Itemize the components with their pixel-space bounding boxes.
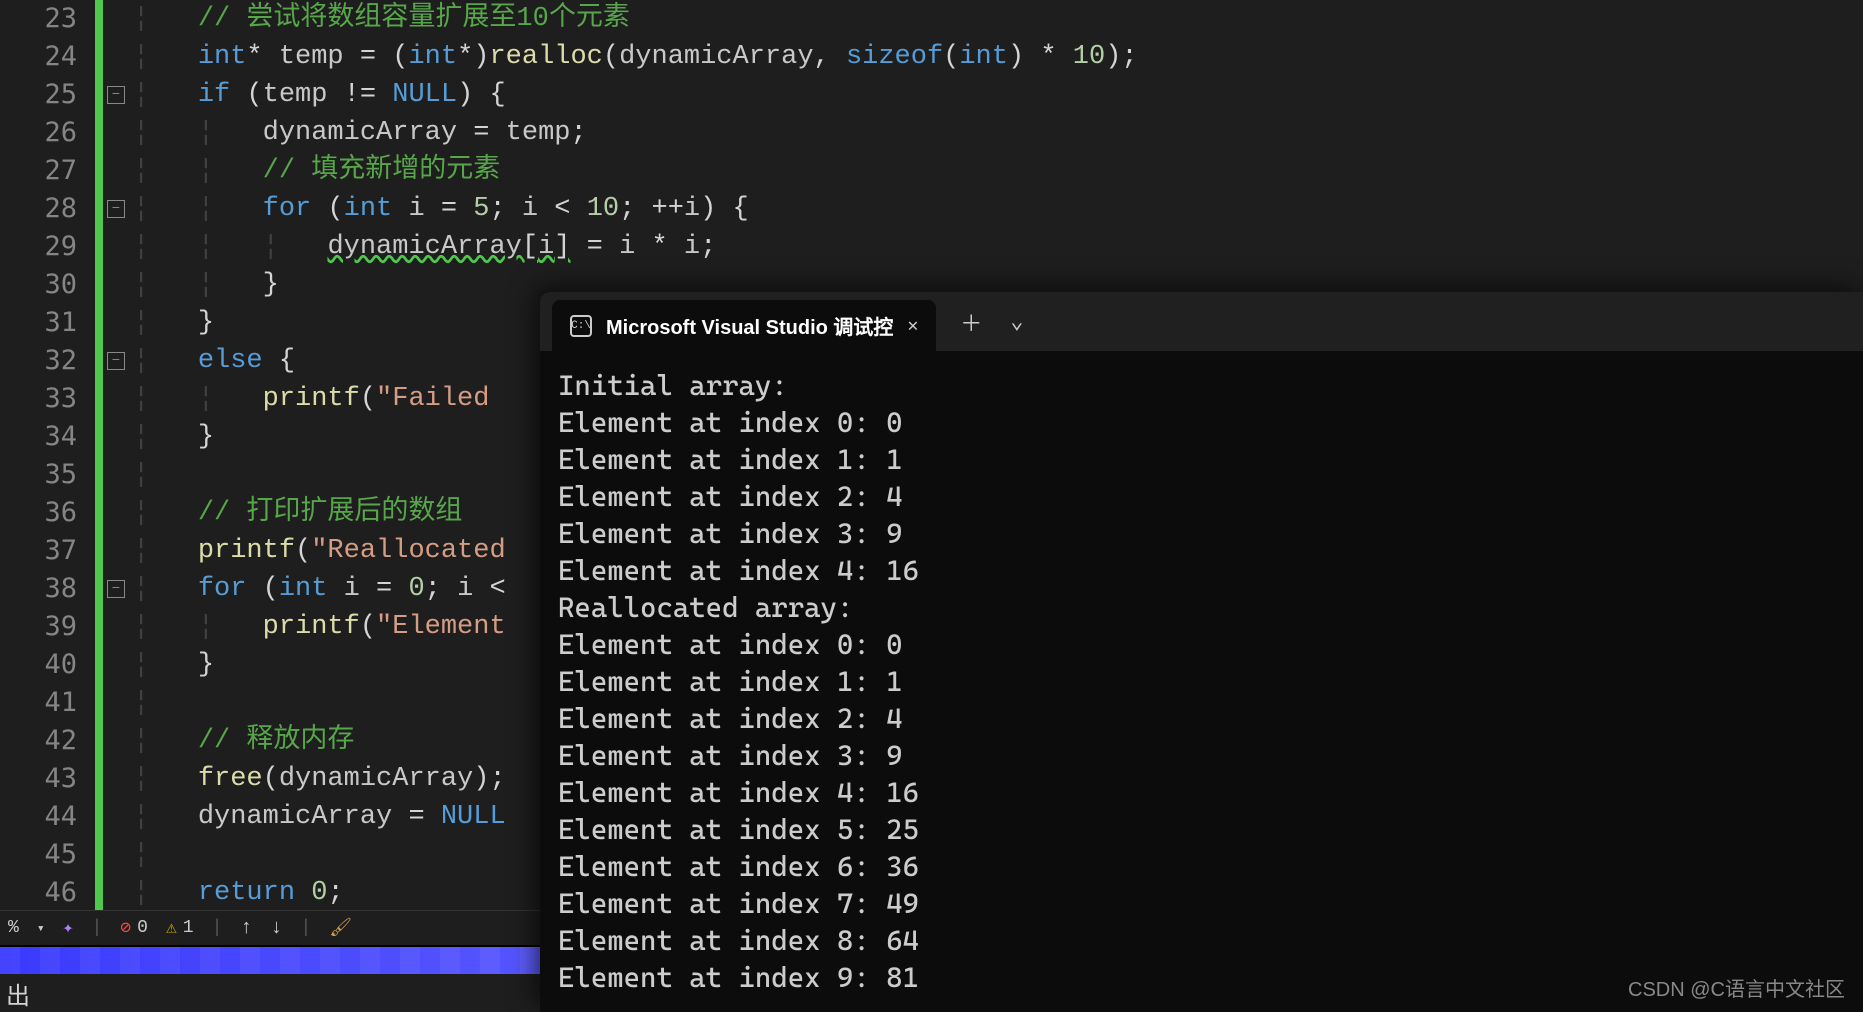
debug-console-window[interactable]: C:\ Microsoft Visual Studio 调试控 ✕ ＋ ⌄ In… bbox=[540, 292, 1863, 1012]
dropdown-icon[interactable]: ▾ bbox=[37, 921, 45, 936]
fold-toggle-icon[interactable]: − bbox=[107, 86, 125, 104]
fold-toggle-icon[interactable]: − bbox=[107, 200, 125, 218]
code-line[interactable]: ¦ ¦ ¦ dynamicArray[i] = i * i; bbox=[133, 228, 1863, 266]
zoom-percent[interactable]: % bbox=[8, 918, 19, 938]
new-tab-icon[interactable]: ＋ bbox=[960, 306, 982, 338]
fold-toggle-icon[interactable]: − bbox=[107, 352, 125, 370]
console-tab-actions: ＋ ⌄ bbox=[936, 292, 1047, 351]
code-line[interactable]: ¦ ¦ // 填充新增的元素 bbox=[133, 152, 1863, 190]
terminal-icon: C:\ bbox=[570, 315, 592, 337]
console-output[interactable]: Initial array: Element at index 0: 0 Ele… bbox=[540, 351, 1863, 1012]
close-icon[interactable]: ✕ bbox=[907, 315, 918, 337]
arrow-up-icon[interactable]: ↑ bbox=[240, 917, 252, 940]
code-line[interactable]: ¦ int* temp = (int*)realloc(dynamicArray… bbox=[133, 38, 1863, 76]
console-tab[interactable]: C:\ Microsoft Visual Studio 调试控 ✕ bbox=[552, 300, 936, 351]
watermark: CSDN @C语言中文社区 bbox=[1628, 973, 1845, 1002]
change-indicator bbox=[95, 0, 103, 910]
error-count[interactable]: ⊘0 bbox=[120, 917, 148, 939]
console-tab-title: Microsoft Visual Studio 调试控 bbox=[606, 311, 893, 340]
line-number-gutter: 23 24 25 26 27 28 29 30 31 32 33 34 35 3… bbox=[0, 0, 95, 910]
error-icon: ⊘ bbox=[120, 917, 131, 939]
code-line[interactable]: ¦ ¦ for (int i = 5; i < 10; ++i) { bbox=[133, 190, 1863, 228]
chevron-down-icon[interactable]: ⌄ bbox=[1010, 309, 1023, 335]
fold-toggle-icon[interactable]: − bbox=[107, 580, 125, 598]
ai-suggest-icon[interactable]: ✦ bbox=[63, 917, 74, 939]
code-line[interactable]: ¦ // 尝试将数组容量扩展至10个元素 bbox=[133, 0, 1863, 38]
console-titlebar[interactable]: C:\ Microsoft Visual Studio 调试控 ✕ ＋ ⌄ bbox=[540, 292, 1863, 351]
fold-column[interactable]: − − − − bbox=[103, 0, 133, 910]
arrow-down-icon[interactable]: ↓ bbox=[270, 917, 282, 940]
warning-icon: ⚠ bbox=[166, 917, 177, 939]
brush-icon[interactable]: 🖌 bbox=[329, 917, 352, 939]
code-line[interactable]: ¦ ¦ dynamicArray = temp; bbox=[133, 114, 1863, 152]
code-line[interactable]: ¦ if (temp != NULL) { bbox=[133, 76, 1863, 114]
warning-count[interactable]: ⚠1 bbox=[166, 917, 194, 939]
